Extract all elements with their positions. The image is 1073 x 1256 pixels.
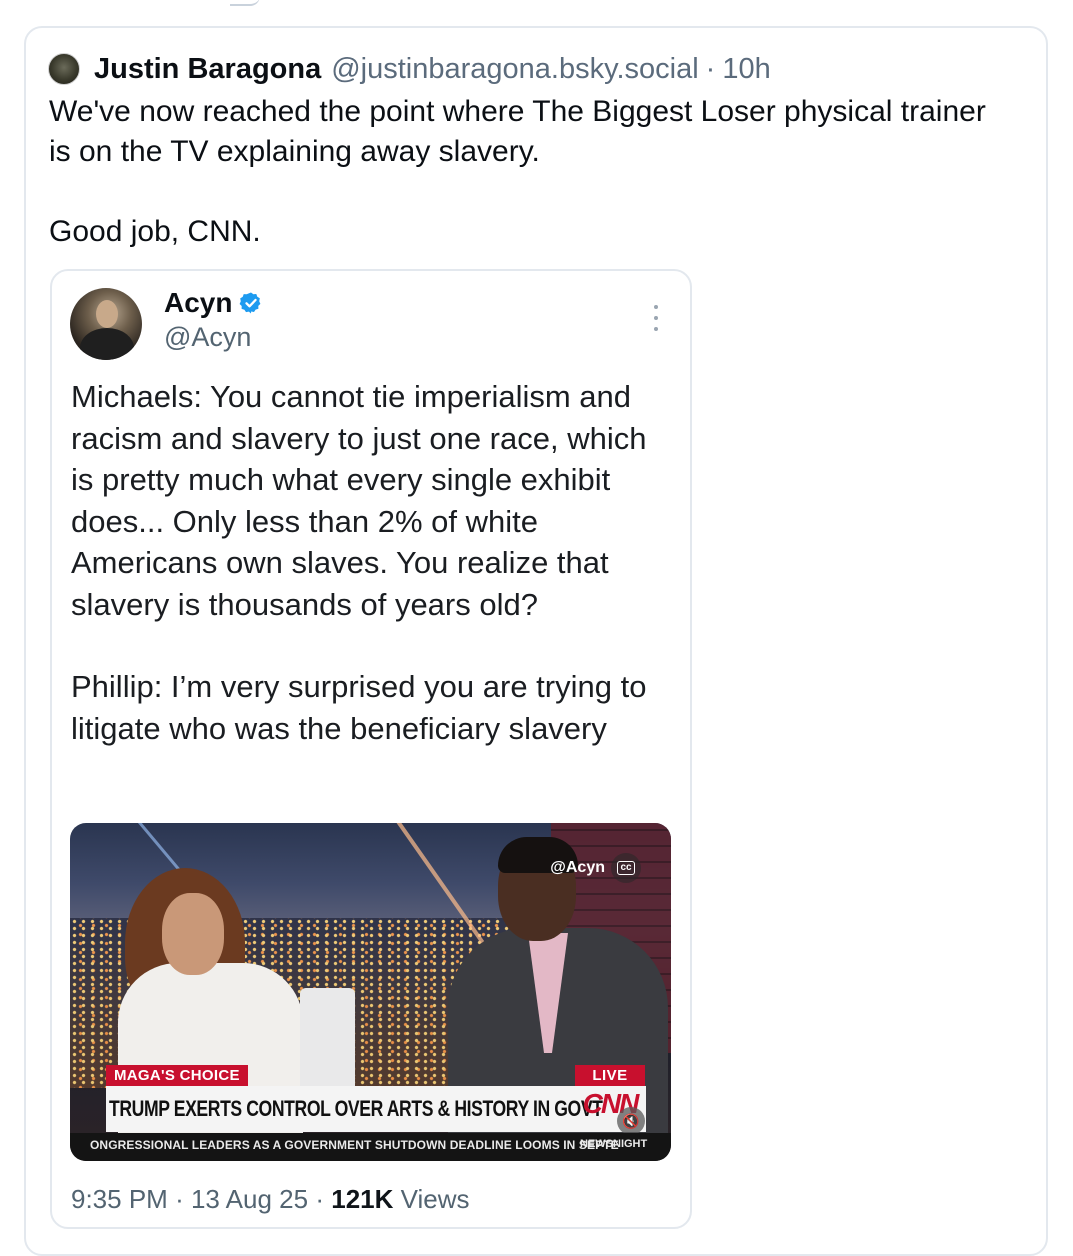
video-thumbnail[interactable]: @Acyn cc MAGA'S CHOICE LIVE TRUMP EXERTS… [70, 823, 671, 1161]
views-label: Views [400, 1184, 470, 1214]
meta-separator: · [175, 1184, 184, 1214]
post-text-line: We've now reached the point where The Bi… [49, 95, 986, 168]
mute-icon[interactable]: 🔇 [617, 1107, 645, 1135]
closed-captions-icon[interactable]: cc [611, 853, 641, 883]
quoted-author-avatar[interactable] [70, 288, 142, 360]
quoted-post-text: Michaels: You cannot tie imperialism and… [71, 376, 671, 749]
avatar-figure-body [80, 328, 134, 360]
quoted-post-date[interactable]: 13 Aug 25 [191, 1184, 308, 1214]
verified-badge-icon [240, 292, 261, 314]
chyron-tag: MAGA'S CHOICE [106, 1065, 248, 1086]
quoted-author-handle[interactable]: @Acyn [164, 322, 251, 353]
author-avatar[interactable] [48, 53, 80, 85]
live-badge: LIVE [575, 1065, 645, 1086]
post-timestamp[interactable]: 10h [722, 53, 770, 86]
post-text-line: Good job, CNN. [49, 215, 261, 248]
views-count: 121K [331, 1184, 394, 1214]
quoted-text-paragraph: Michaels: You cannot tie imperialism and… [71, 379, 647, 622]
studio-chair [300, 988, 355, 1098]
chyron-bar: TRUMP EXERTS CONTROL OVER ARTS & HISTORY… [106, 1086, 646, 1132]
quoted-author-name[interactable]: Acyn [164, 287, 232, 319]
meta-separator: · [315, 1184, 324, 1214]
author-handle[interactable]: @justinbaragona.bsky.social [331, 53, 698, 86]
watermark-handle: @Acyn [550, 859, 605, 876]
chyron-headline: TRUMP EXERTS CONTROL OVER ARTS & HISTORY… [109, 1096, 603, 1121]
avatar-figure-face [96, 300, 118, 328]
quoted-author-name-row[interactable]: Acyn [164, 287, 263, 319]
previous-post-edge [230, 0, 260, 6]
ticker-show-name: NEWSNIGHT [580, 1138, 648, 1150]
quoted-post-meta: 9:35 PM · 13 Aug 25 · 121K Views [71, 1184, 470, 1215]
post-text: We've now reached the point where The Bi… [49, 92, 1009, 252]
ticker-text: ONGRESSIONAL LEADERS AS A GOVERNMENT SHU… [90, 1138, 619, 1152]
guest-figure-face [162, 893, 224, 975]
more-options-icon[interactable] [650, 305, 662, 331]
quoted-text-paragraph: Phillip: I’m very surprised you are tryi… [71, 669, 647, 746]
author-name[interactable]: Justin Baragona [94, 53, 321, 86]
quoted-post-time[interactable]: 9:35 PM [71, 1184, 168, 1214]
post-header: Justin Baragona @justinbaragona.bsky.soc… [48, 50, 771, 88]
video-watermark: @Acyn cc [550, 853, 641, 883]
header-separator: · [705, 52, 716, 85]
